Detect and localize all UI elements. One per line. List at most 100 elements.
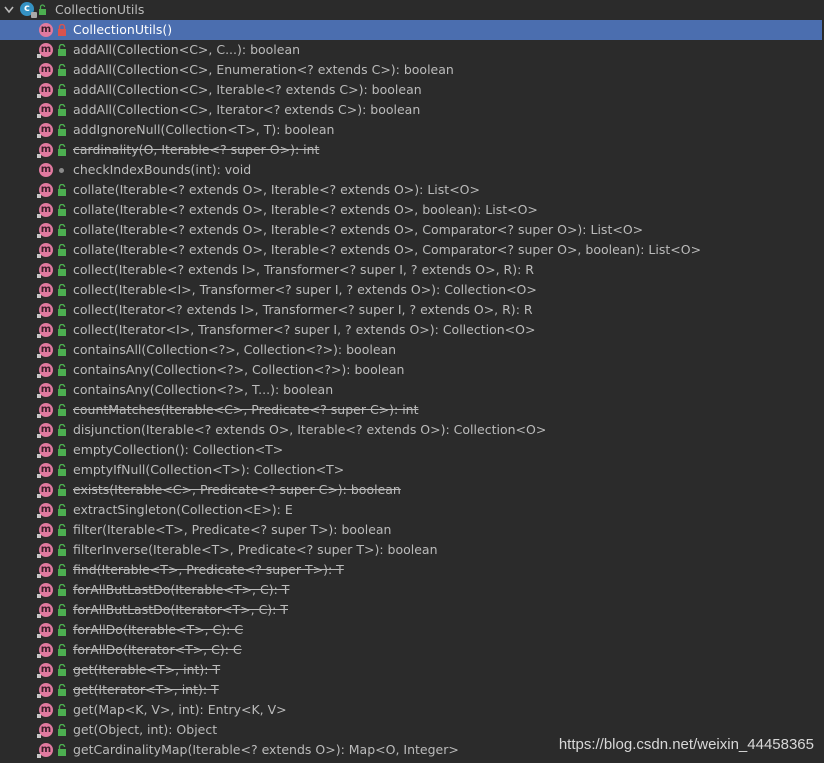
member-signature: addAll(Collection<C>, Enumeration<? exte… [73, 62, 454, 77]
public-lock-icon [58, 344, 66, 356]
member-row[interactable]: m disjunction(Iterable<? extends O>, Iter… [0, 420, 822, 440]
method-icon: m [37, 83, 53, 98]
public-lock-icon [58, 664, 66, 676]
method-icon: m [37, 603, 53, 618]
chevron-down-icon[interactable] [4, 6, 14, 14]
member-signature: countMatches(Iterable<C>, Predicate<? su… [73, 402, 419, 417]
member-row[interactable]: m addAll(Collection<C>, Iterable<? extend… [0, 80, 822, 100]
method-icon: m [37, 583, 53, 598]
member-signature: collate(Iterable<? extends O>, Iterable<… [73, 202, 538, 217]
member-row[interactable]: m collate(Iterable<? extends O>, Iterable… [0, 220, 822, 240]
member-signature: collate(Iterable<? extends O>, Iterable<… [73, 182, 480, 197]
member-row[interactable]: m CollectionUtils() [0, 20, 822, 40]
method-icon: m [37, 743, 53, 758]
member-row[interactable]: m get(Map<K, V>, int): Entry<K, V> [0, 700, 822, 720]
member-signature: collect(Iterator<? extends I>, Transform… [73, 302, 533, 317]
member-row[interactable]: m get(Iterable<T>, int): T [0, 660, 822, 680]
member-row[interactable]: m addIgnoreNull(Collection<T>, T): boolea… [0, 120, 822, 140]
method-icon: m [37, 283, 53, 298]
member-row[interactable]: m addAll(Collection<C>, Iterator<? extend… [0, 100, 822, 120]
public-lock-icon [58, 544, 66, 556]
member-signature: addIgnoreNull(Collection<T>, T): boolean [73, 122, 335, 137]
public-lock-icon [58, 384, 66, 396]
member-signature: collect(Iterable<I>, Transformer<? super… [73, 282, 537, 297]
public-lock-icon [39, 4, 46, 15]
public-lock-icon [58, 684, 66, 696]
member-row[interactable]: m countMatches(Iterable<C>, Predicate<? s… [0, 400, 822, 420]
method-icon: m [37, 143, 53, 158]
member-row[interactable]: m forAllButLastDo(Iterable<T>, C): T [0, 580, 822, 600]
method-icon: m [39, 23, 53, 37]
member-row[interactable]: m emptyCollection(): Collection<T> [0, 440, 822, 460]
member-row[interactable]: m emptyIfNull(Collection<T>): Collection<… [0, 460, 822, 480]
member-signature: collect(Iterable<? extends I>, Transform… [73, 262, 534, 277]
member-signature: get(Map<K, V>, int): Entry<K, V> [73, 702, 287, 717]
package-visibility-icon [59, 168, 64, 173]
member-signature: exists(Iterable<C>, Predicate<? super C>… [73, 482, 401, 497]
method-icon: m [37, 323, 53, 338]
member-row[interactable]: m collect(Iterator<I>, Transformer<? supe… [0, 320, 822, 340]
public-lock-icon [58, 424, 66, 436]
member-row[interactable]: m collate(Iterable<? extends O>, Iterable… [0, 200, 822, 220]
public-lock-icon [58, 564, 66, 576]
public-lock-icon [58, 244, 66, 256]
method-icon: m [37, 723, 53, 738]
public-lock-icon [58, 224, 66, 236]
member-row[interactable]: m collate(Iterable<? extends O>, Iterable… [0, 240, 822, 260]
method-icon: m [37, 483, 53, 498]
public-lock-icon [58, 404, 66, 416]
method-icon: m [37, 203, 53, 218]
class-name-label: CollectionUtils [55, 2, 145, 17]
class-icon: c [20, 2, 37, 18]
member-signature: containsAll(Collection<?>, Collection<?>… [73, 342, 397, 357]
public-lock-icon [58, 184, 66, 196]
member-row[interactable]: m get(Iterator<T>, int): T [0, 680, 822, 700]
member-signature: checkIndexBounds(int): void [73, 162, 252, 177]
class-tree-node[interactable]: c CollectionUtils [0, 0, 822, 20]
member-row[interactable]: m addAll(Collection<C>, C...): boolean [0, 40, 822, 60]
method-icon: m [37, 543, 53, 558]
member-signature: collate(Iterable<? extends O>, Iterable<… [73, 222, 644, 237]
member-row[interactable]: m cardinality(O, Iterable<? super O>): in… [0, 140, 822, 160]
member-row[interactable]: m checkIndexBounds(int): void [0, 160, 822, 180]
member-signature: forAllDo(Iterator<T>, C): C [73, 642, 242, 657]
method-icon: m [37, 443, 53, 458]
public-lock-icon [58, 524, 66, 536]
member-signature: emptyIfNull(Collection<T>): Collection<T… [73, 462, 345, 477]
method-icon: m [37, 363, 53, 378]
member-row[interactable]: m find(Iterable<T>, Predicate<? super T>)… [0, 560, 822, 580]
member-row[interactable]: m filterInverse(Iterable<T>, Predicate<? … [0, 540, 822, 560]
watermark-text: https://blog.csdn.net/weixin_44458365 [558, 736, 814, 753]
method-icon: m [37, 223, 53, 238]
member-row[interactable]: m forAllDo(Iterable<T>, C): C [0, 620, 822, 640]
public-lock-icon [58, 144, 66, 156]
member-row[interactable]: m collate(Iterable<? extends O>, Iterable… [0, 180, 822, 200]
private-lock-icon [58, 24, 66, 36]
member-row[interactable]: m addAll(Collection<C>, Enumeration<? ext… [0, 60, 822, 80]
member-row[interactable]: m containsAny(Collection<?>, T...): boole… [0, 380, 822, 400]
member-row[interactable]: m filter(Iterable<T>, Predicate<? super T… [0, 520, 822, 540]
public-lock-icon [58, 324, 66, 336]
member-signature: get(Iterator<T>, int): T [73, 682, 219, 697]
member-signature: addAll(Collection<C>, C...): boolean [73, 42, 301, 57]
method-icon: m [37, 303, 53, 318]
method-icon: m [37, 403, 53, 418]
member-row[interactable]: m containsAll(Collection<?>, Collection<?… [0, 340, 822, 360]
member-signature: get(Object, int): Object [73, 722, 218, 737]
member-row[interactable]: m extractSingleton(Collection<E>): E [0, 500, 822, 520]
member-signature: filterInverse(Iterable<T>, Predicate<? s… [73, 542, 438, 557]
member-row[interactable]: m collect(Iterable<I>, Transformer<? supe… [0, 280, 822, 300]
method-icon: m [37, 563, 53, 578]
method-icon: m [37, 463, 53, 478]
member-row[interactable]: m exists(Iterable<C>, Predicate<? super C… [0, 480, 822, 500]
member-row[interactable]: m containsAny(Collection<?>, Collection<?… [0, 360, 822, 380]
member-signature: filter(Iterable<T>, Predicate<? super T>… [73, 522, 392, 537]
member-row[interactable]: m collect(Iterable<? extends I>, Transfor… [0, 260, 822, 280]
member-signature: forAllDo(Iterable<T>, C): C [73, 622, 244, 637]
member-row[interactable]: m collect(Iterator<? extends I>, Transfor… [0, 300, 822, 320]
member-row[interactable]: m forAllDo(Iterator<T>, C): C [0, 640, 822, 660]
public-lock-icon [58, 624, 66, 636]
member-row[interactable]: m forAllButLastDo(Iterator<T>, C): T [0, 600, 822, 620]
public-lock-icon [58, 64, 66, 76]
public-lock-icon [58, 604, 66, 616]
